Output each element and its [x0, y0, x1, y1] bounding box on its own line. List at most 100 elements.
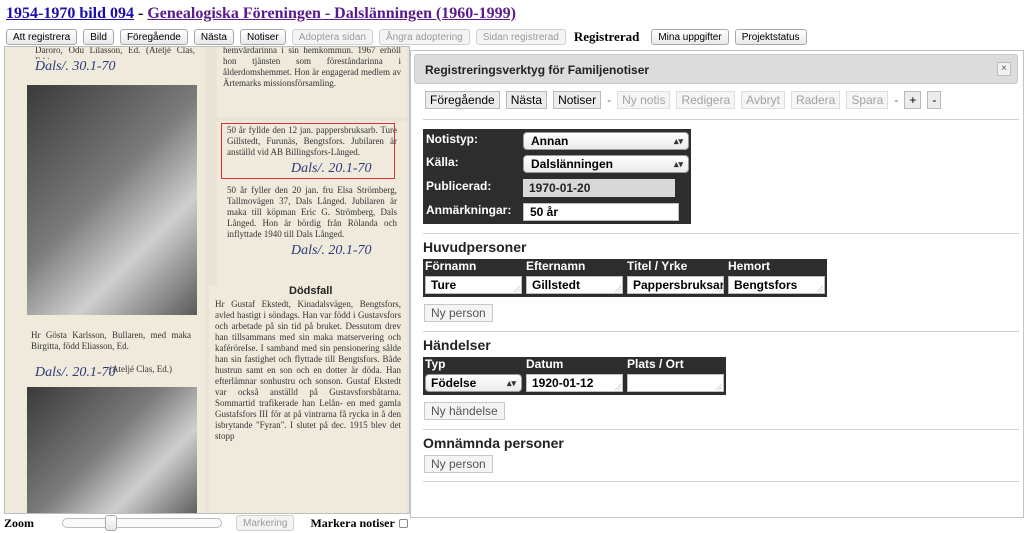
huvudpersoner-heading: Huvudpersoner	[423, 239, 527, 255]
publicerad-row: Publicerad: 1970-01-20	[423, 176, 693, 200]
zoom-label: Zoom	[4, 515, 34, 530]
angra-adoptering-button[interactable]: Ångra adoptering	[378, 29, 470, 45]
plats-input[interactable]	[627, 374, 724, 392]
zoom-slider[interactable]	[62, 515, 222, 531]
divider	[423, 481, 1019, 482]
att-registrera-button[interactable]: Att registrera	[6, 29, 78, 45]
divider	[423, 233, 1019, 234]
redigera-button[interactable]: Redigera	[676, 91, 736, 109]
datum-input[interactable]: 1920-01-12	[526, 374, 623, 392]
markering-button[interactable]: Markering	[236, 515, 295, 531]
sidan-registrerad-button[interactable]: Sidan registrerad	[475, 29, 566, 45]
selected-notice-highlight[interactable]	[221, 123, 395, 179]
resize-grip-icon	[615, 286, 621, 292]
scan-dodsfall-text: Hr Gustaf Ekstedt, Kinadalsvägen, Bengts…	[215, 299, 401, 441]
efternamn-input[interactable]: Gillstedt	[526, 276, 623, 294]
col-titel: Titel / Yrke	[627, 259, 688, 273]
divider	[423, 119, 1019, 120]
col-fornamn: Förnamn	[425, 259, 477, 273]
scan-caption-2: Hr Gösta Karlsson, Bullaren, med maka Bi…	[31, 330, 191, 351]
page-header: 1954-1970 bild 094 - Genealogiska Föreni…	[6, 5, 516, 23]
main-toolbar: Att registrera Bild Föregående Nästa Not…	[6, 29, 807, 45]
select-arrows-icon: ▴▾	[673, 159, 683, 169]
dialog-titlebar[interactable]: Registreringsverktyg för Familjenotiser …	[414, 54, 1018, 84]
ny-notis-button[interactable]: Ny notis	[617, 91, 671, 109]
dialog-foregaende-button[interactable]: Föregående	[425, 91, 500, 109]
notistyp-label: Notistyp:	[423, 129, 521, 153]
spara-button[interactable]: Spara	[846, 91, 889, 109]
handelser-heading: Händelser	[423, 337, 491, 353]
adoptera-sidan-button[interactable]: Adoptera sidan	[291, 29, 373, 45]
divider	[423, 429, 1019, 430]
publicerad-value: 1970-01-20	[523, 179, 675, 197]
kalla-row: Källa: Dalslänningen ▴▾	[423, 152, 693, 176]
newspaper-scan-viewer[interactable]: Daroro, Odu Lilasson, Ed. (Ateljé Clas, …	[4, 46, 410, 514]
omnamnda-heading: Omnämnda personer	[423, 435, 564, 451]
select-arrows-icon: ▴▾	[506, 378, 516, 388]
scan-caption-2b: (Ateljé Clas, Ed.)	[109, 364, 172, 374]
resize-grip-icon	[615, 384, 621, 390]
resize-grip-icon	[514, 286, 520, 292]
fornamn-input[interactable]: Ture	[425, 276, 522, 294]
registration-dialog: Registreringsverktyg för Familjenotiser …	[410, 50, 1024, 518]
mina-uppgifter-button[interactable]: Mina uppgifter	[651, 29, 729, 45]
ny-huvudperson-button[interactable]: Ny person	[424, 304, 493, 322]
zoom-out-button[interactable]: -	[927, 91, 942, 109]
wedding-photo-2	[27, 387, 197, 513]
foregaende-button[interactable]: Föregående	[119, 29, 188, 45]
col-typ: Typ	[425, 357, 446, 371]
kalla-select[interactable]: Dalslänningen ▴▾	[523, 155, 689, 173]
notistyp-select[interactable]: Annan ▴▾	[523, 132, 689, 150]
ny-handelse-button[interactable]: Ny händelse	[424, 402, 505, 420]
toolbar-separator: -	[607, 93, 612, 107]
col-efternamn: Efternamn	[526, 259, 586, 273]
scan-obit-top-text: hemvårdarinna i sin hemkommun. 1967 erhö…	[223, 46, 401, 88]
dialog-notiser-button[interactable]: Notiser	[553, 91, 602, 109]
resize-grip-icon	[817, 286, 823, 292]
nasta-button[interactable]: Nästa	[193, 29, 234, 45]
resize-grip-icon	[716, 286, 722, 292]
divider	[423, 331, 1019, 332]
col-datum: Datum	[526, 357, 564, 371]
bild-button[interactable]: Bild	[83, 29, 114, 45]
zoom-bar: Zoom Markering Markera notiser	[4, 515, 408, 531]
publicerad-label: Publicerad:	[423, 176, 521, 200]
close-icon[interactable]: ×	[997, 62, 1011, 76]
source-link[interactable]: Genealogiska Föreningen - Dalslänningen …	[147, 5, 516, 22]
dialog-toolbar: Föregående Nästa Notiser - Ny notis Redi…	[425, 91, 942, 109]
zoom-in-button[interactable]: +	[904, 91, 922, 109]
hemort-input[interactable]: Bengtsfors	[728, 276, 825, 294]
scan-dodsfall-title: Dödsfall	[289, 285, 333, 297]
scan-top-caption: Daroro, Odu Lilasson, Ed. (Ateljé Clas, …	[35, 46, 195, 59]
handelse-typ-select[interactable]: Födelse ▴▾	[425, 374, 522, 392]
header-separator: -	[138, 5, 144, 22]
markera-notiser-checkbox[interactable]	[398, 518, 408, 528]
collection-link[interactable]: 1954-1970 bild 094	[6, 5, 134, 22]
notistyp-row: Notistyp: Annan ▴▾	[423, 129, 693, 153]
registration-status: Registrerad	[573, 29, 640, 44]
scan-handwritten-date-4: Dals/. 20.1-70	[35, 365, 116, 380]
dialog-title: Registreringsverktyg för Familjenotiser	[425, 63, 650, 77]
avbryt-button[interactable]: Avbryt	[741, 91, 785, 109]
radera-button[interactable]: Radera	[790, 91, 841, 109]
projektstatus-button[interactable]: Projektstatus	[734, 29, 807, 45]
col-hemort: Hemort	[728, 259, 771, 273]
wedding-photo-1	[27, 85, 197, 315]
titel-input[interactable]: Pappersbruksarb.	[627, 276, 724, 294]
anmarkningar-row: Anmärkningar: 50 år	[423, 200, 693, 224]
ny-omnamnd-person-button[interactable]: Ny person	[424, 455, 493, 473]
huvudpersoner-table-header: Förnamn Efternamn Titel / Yrke Hemort	[423, 259, 827, 273]
kalla-label: Källa:	[423, 152, 521, 176]
col-plats: Plats / Ort	[627, 357, 684, 371]
handelser-table-header: Typ Datum Plats / Ort	[423, 357, 726, 371]
markera-notiser-label: Markera notiser	[310, 515, 395, 530]
huvudperson-row: Ture Gillstedt Pappersbruksarb. Bengtsfo…	[423, 273, 827, 297]
dialog-nasta-button[interactable]: Nästa	[505, 91, 548, 109]
scan-handwritten-date-1: Dals/. 30.1-70	[35, 59, 116, 74]
notiser-button[interactable]: Notiser	[240, 29, 286, 45]
zoom-slider-knob[interactable]	[105, 515, 117, 531]
select-arrows-icon: ▴▾	[673, 136, 683, 146]
anmarkningar-input[interactable]: 50 år	[523, 203, 679, 221]
handelse-row: Födelse ▴▾ 1920-01-12	[423, 371, 726, 395]
anmarkningar-label: Anmärkningar:	[423, 200, 521, 224]
